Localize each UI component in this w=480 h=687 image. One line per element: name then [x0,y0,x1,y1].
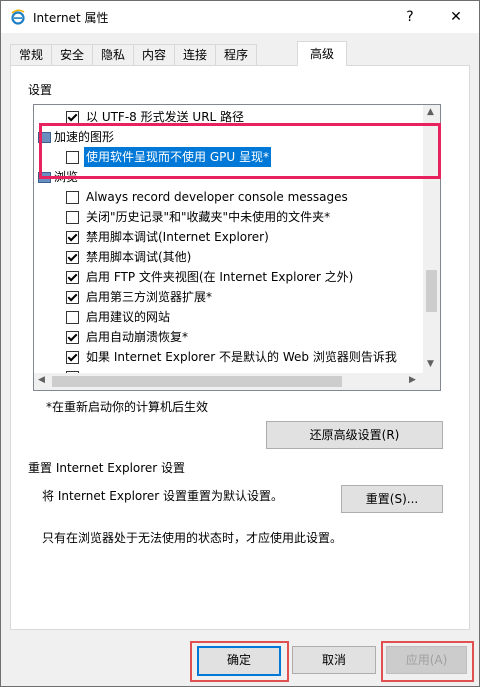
tab-privacy[interactable]: 隐私 [92,44,134,65]
settings-group-label: 设置 [28,83,53,97]
internet-options-dialog: Internet 属性 ? ✕ 常规 安全 隐私 内容 连接 程序 高级 设置 … [0,0,480,687]
ok-button[interactable]: 确定 [197,646,281,676]
reset-description: 将 Internet Explorer 设置重置为默认设置。 [42,489,284,503]
internet-explorer-icon [11,9,25,25]
scrollbar-corner [423,373,440,390]
title-bar: Internet 属性 ? ✕ [1,1,479,33]
checkbox[interactable] [66,231,79,244]
checkbox[interactable] [66,291,79,304]
scroll-left-icon[interactable]: ◀ [38,375,45,385]
reset-group-label: 重置 Internet Explorer 设置 [28,461,186,475]
close-icon: ✕ [450,9,462,25]
checkbox[interactable] [66,311,79,324]
checkbox[interactable] [66,351,79,364]
tab-advanced[interactable]: 高级 [297,41,347,66]
highlight-box [39,123,441,179]
checkbox[interactable] [66,331,79,344]
tab-connections[interactable]: 连接 [174,44,216,65]
tab-content[interactable]: 内容 [133,44,175,65]
apply-button[interactable]: 应用(A) [386,646,467,674]
horizontal-scroll-thumb[interactable] [52,376,342,387]
window-title: Internet 属性 [33,11,109,25]
reset-button[interactable]: 重置(S)... [341,485,443,513]
checkbox[interactable] [66,251,79,264]
restore-advanced-button[interactable]: 还原高级设置(R) [266,421,443,449]
tab-programs[interactable]: 程序 [215,44,257,65]
checkbox[interactable] [66,271,79,284]
tab-security[interactable]: 安全 [51,44,93,65]
cancel-button[interactable]: 取消 [292,646,376,674]
help-icon: ? [406,9,414,25]
horizontal-scrollbar[interactable]: ◀ ▶ [34,373,423,390]
scroll-down-icon[interactable]: ▼ [427,359,434,369]
checkbox[interactable] [66,191,79,204]
help-button[interactable]: ? [387,1,433,33]
scroll-right-icon[interactable]: ▶ [409,375,416,385]
scroll-up-icon[interactable]: ▲ [427,107,434,117]
checkbox[interactable] [66,211,79,224]
vertical-scroll-thumb[interactable] [426,270,437,312]
reset-warning: 只有在浏览器处于无法使用的状态时，才应使用此设置。 [42,531,343,545]
close-button[interactable]: ✕ [433,1,479,33]
tab-general[interactable]: 常规 [10,44,52,65]
restart-note: *在重新启动你的计算机后生效 [46,400,209,414]
